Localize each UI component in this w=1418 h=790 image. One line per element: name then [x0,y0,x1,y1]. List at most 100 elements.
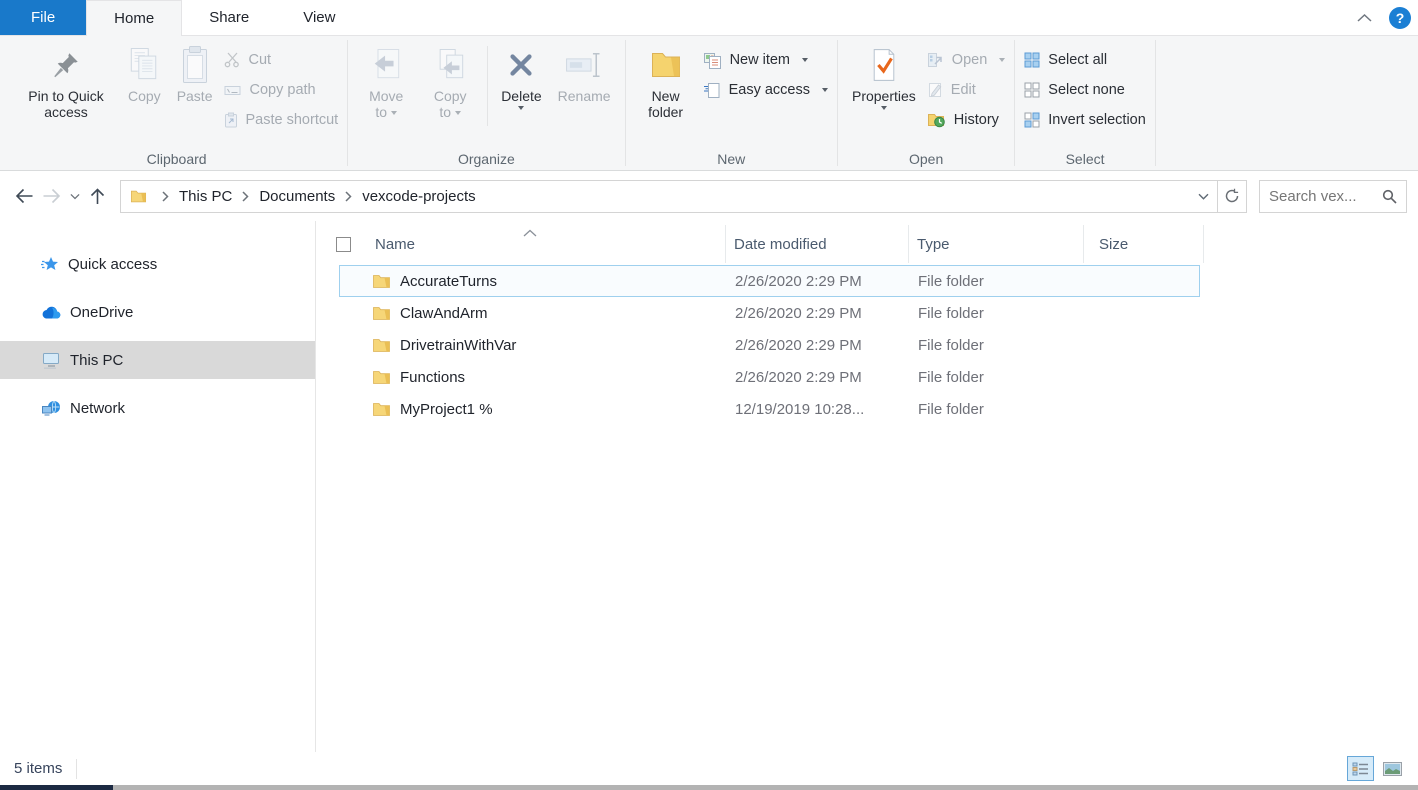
column-header-type[interactable]: Type [909,225,1084,263]
address-bar[interactable]: This PC Documents vexcode-projects [120,180,1247,213]
folder-icon [372,370,391,385]
dropdown-caret-icon [518,106,524,110]
forward-button [38,183,65,210]
tab-file[interactable]: File [0,0,86,35]
ribbon-group-organize: Move to Copy to Delete Rename Organize [348,36,624,170]
refresh-icon [1224,188,1240,204]
delete-x-icon [506,50,536,80]
file-type: File folder [910,305,1085,322]
select-all-checkbox[interactable] [336,237,351,252]
copy-button: Copy [121,40,168,106]
dropdown-caret-icon [391,111,397,115]
ribbon-group-new: New folder New item Easy access New [626,36,837,170]
file-date-modified: 2/26/2020 2:29 PM [727,369,910,386]
dropdown-caret-icon [881,106,887,110]
open-button: Open [924,50,1008,70]
cut-button: Cut [221,50,342,70]
column-header-date-modified[interactable]: Date modified [726,225,909,263]
history-icon [927,112,946,128]
new-folder-button[interactable]: New folder [633,40,699,122]
sidebar-item-onedrive[interactable]: OneDrive [0,293,315,331]
new-item-button[interactable]: New item [700,50,831,70]
up-button[interactable] [84,183,111,210]
tab-view[interactable]: View [276,0,362,35]
dropdown-caret-icon [822,88,828,92]
recent-locations-button[interactable] [65,183,84,210]
properties-icon [870,46,898,84]
select-all-button[interactable]: Select all [1021,50,1149,70]
search-input[interactable] [1269,188,1382,205]
file-row-myproject1[interactable]: MyProject1 % 12/19/2019 10:28... File fo… [339,393,1200,425]
folder-icon [130,189,147,204]
file-type: File folder [910,401,1085,418]
copy-path-icon [224,83,242,97]
new-group-label: New [626,151,837,167]
breadcrumb-this-pc[interactable]: This PC [177,188,234,205]
breadcrumb-vexcode-projects[interactable]: vexcode-projects [360,188,477,205]
taskbar-edge-light [113,785,1418,790]
window-bottom-edge [0,785,1418,790]
address-toolbar: This PC Documents vexcode-projects [0,171,1418,221]
search-box[interactable] [1259,180,1407,213]
column-header-date-label: Date modified [734,236,827,253]
select-none-label: Select none [1048,82,1125,98]
copy-to-button: Copy to [419,40,481,122]
breadcrumb-documents[interactable]: Documents [257,188,337,205]
move-to-icon [370,47,402,83]
edit-label: Edit [951,82,976,98]
file-row-functions[interactable]: Functions 2/26/2020 2:29 PM File folder [339,361,1200,393]
select-none-icon [1024,82,1040,98]
easy-access-label: Easy access [729,82,810,98]
delete-button[interactable]: Delete [494,40,548,112]
paste-button: Paste [170,40,220,106]
group-divider [1155,40,1156,166]
ribbon-group-select: Select all Select none Invert selection … [1015,36,1155,170]
ribbon-group-open: Properties Open Edit History Open [838,36,1014,170]
chevron-up-icon [1357,13,1372,22]
forward-arrow-icon [42,188,61,204]
invert-selection-button[interactable]: Invert selection [1021,110,1149,130]
pin-to-quick-access-button[interactable]: Pin to Quick access [13,40,119,122]
column-header-size[interactable]: Size [1084,225,1204,263]
new-item-icon [703,52,722,69]
ribbon-tab-bar: File Home Share View ? [0,0,1418,36]
column-header-name[interactable]: Name [362,225,726,263]
invert-selection-label: Invert selection [1048,112,1146,128]
select-group-label: Select [1015,151,1155,167]
file-name: ClawAndArm [400,305,488,322]
help-button[interactable]: ? [1389,7,1411,29]
details-view-button[interactable] [1347,756,1374,781]
file-name: DrivetrainWithVar [400,337,516,354]
paste-shortcut-button: Paste shortcut [221,110,342,130]
tab-home[interactable]: Home [86,0,182,36]
delete-label: Delete [501,88,541,104]
file-row-drivetrainwithvar[interactable]: DrivetrainWithVar 2/26/2020 2:29 PM File… [339,329,1200,361]
easy-access-icon [703,82,721,99]
back-button[interactable] [11,183,38,210]
folder-icon [372,306,391,321]
move-to-button: Move to [355,40,417,122]
edit-pencil-icon [927,82,943,98]
file-row-clawandarm[interactable]: ClawAndArm 2/26/2020 2:29 PM File folder [339,297,1200,329]
sidebar-item-network[interactable]: Network [0,389,315,427]
refresh-button[interactable] [1217,181,1246,212]
cut-label: Cut [249,52,272,68]
search-icon [1382,189,1397,204]
easy-access-button[interactable]: Easy access [700,80,831,100]
copy-label: Copy [128,88,161,104]
sidebar-item-quick-access[interactable]: Quick access [0,245,315,283]
minimize-ribbon-button[interactable] [1352,6,1376,30]
address-dropdown-button[interactable] [1189,181,1217,212]
breadcrumb-chevron-icon [345,191,352,202]
tab-share[interactable]: Share [182,0,276,35]
folder-icon [372,274,391,289]
select-all-label: Select all [1048,52,1107,68]
history-button[interactable]: History [924,110,1008,130]
sidebar-item-this-pc[interactable]: This PC [0,341,315,379]
file-row-accurateturns[interactable]: AccurateTurns 2/26/2020 2:29 PM File fol… [339,265,1200,297]
select-none-button[interactable]: Select none [1021,80,1149,100]
paste-label: Paste [177,88,213,104]
copy-icon [128,46,160,84]
properties-button[interactable]: Properties [845,40,923,112]
thumbnails-view-button[interactable] [1379,756,1406,781]
